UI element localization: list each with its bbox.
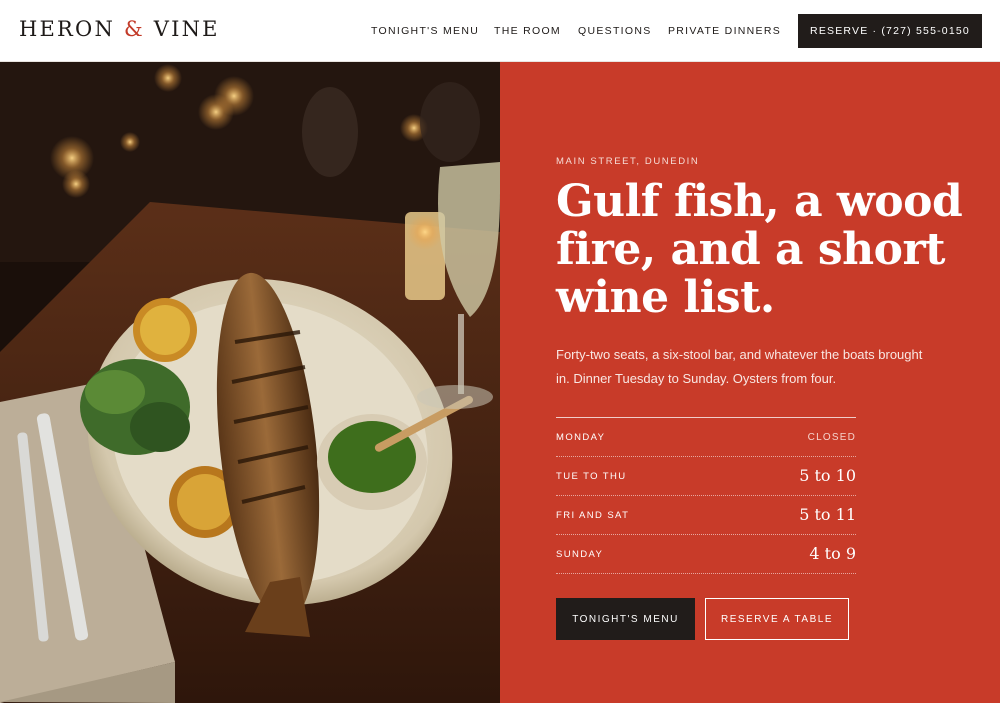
- header-reserve-button[interactable]: RESERVE · (727) 555-0150: [798, 14, 982, 48]
- hero-headline: Gulf fish, a wood fire, and a short wine…: [556, 176, 963, 323]
- hours-day: TUE TO THU: [556, 471, 627, 482]
- brand-name-part2: VINE: [153, 17, 220, 41]
- hours-time: 5 to 11: [799, 505, 856, 524]
- hours-time: CLOSED: [807, 432, 856, 443]
- tonights-menu-button[interactable]: TONIGHT'S MENU: [556, 598, 695, 640]
- hours-table: MONDAY CLOSED TUE TO THU 5 to 10 FRI AND…: [556, 417, 856, 574]
- hours-row: MONDAY CLOSED: [556, 418, 856, 457]
- hours-time: 4 to 9: [809, 544, 856, 563]
- nav-the-room[interactable]: THE ROOM: [494, 25, 561, 37]
- reserve-table-button[interactable]: RESERVE A TABLE: [705, 598, 849, 640]
- hours-row: FRI AND SAT 5 to 11: [556, 496, 856, 535]
- brand-logo[interactable]: HERON & VINE: [19, 17, 220, 41]
- hours-row: TUE TO THU 5 to 10: [556, 457, 856, 496]
- hero-panel: MAIN STREET, DUNEDIN Gulf fish, a wood f…: [500, 62, 1000, 703]
- nav-private-dinners[interactable]: PRIVATE DINNERS: [668, 25, 781, 37]
- nav-questions[interactable]: QUESTIONS: [578, 25, 652, 37]
- nav-tonights-menu[interactable]: TONIGHT'S MENU: [371, 25, 479, 37]
- site-header: HERON & VINE TONIGHT'S MENU THE ROOM QUE…: [0, 0, 1000, 62]
- hero-photo: [0, 62, 500, 703]
- brand-name-part1: HERON: [19, 17, 116, 41]
- hours-day: MONDAY: [556, 432, 606, 443]
- hours-time: 5 to 10: [799, 466, 856, 485]
- hero-lede: Forty-two seats, a six-stool bar, and wh…: [556, 347, 923, 386]
- hours-day: FRI AND SAT: [556, 510, 630, 521]
- hours-row: SUNDAY 4 to 9: [556, 535, 856, 574]
- grilled-fish-image: [0, 62, 500, 703]
- hours-day: SUNDAY: [556, 549, 604, 560]
- brand-ampersand: &: [123, 17, 145, 41]
- location-eyebrow: MAIN STREET, DUNEDIN: [556, 156, 700, 167]
